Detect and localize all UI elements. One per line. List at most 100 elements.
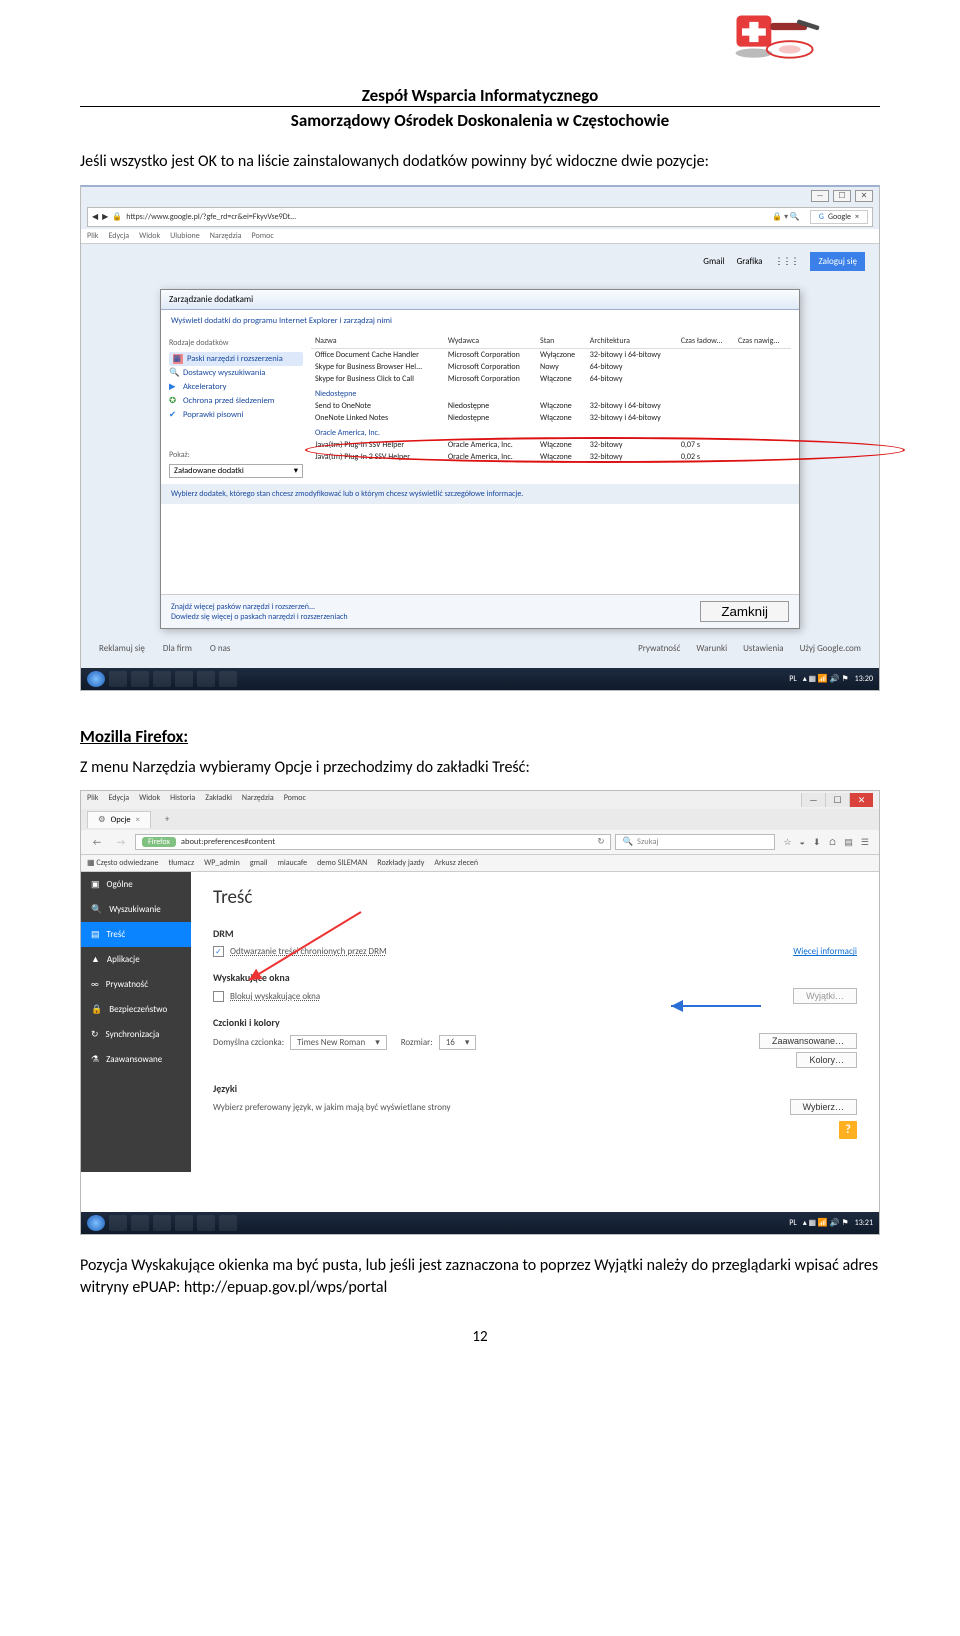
taskbar: PL ▴ ▦ 📶 🔊 ⚑ 13:20: [81, 668, 879, 690]
bookmarks-bar: ▦ Często odwiedzane tłumacz WP_admin gma…: [81, 855, 879, 872]
page-number: 12: [80, 1328, 880, 1346]
download-icon[interactable]: ⬇: [813, 837, 821, 848]
panel-title: Treść: [213, 886, 857, 909]
table-row: OneNote Linked NotesNiedostępneWłączone3…: [311, 412, 791, 424]
excel-icon[interactable]: [175, 1215, 193, 1231]
pocket-icon[interactable]: ◒: [800, 837, 805, 848]
addons-table: Nazwa Wydawca Stan Architektura Czas ład…: [311, 334, 791, 463]
images-link[interactable]: Grafika: [737, 256, 763, 267]
home-icon[interactable]: ⌂: [829, 837, 837, 848]
intro-text: Jeśli wszystko jest OK to na liście zain…: [80, 151, 880, 173]
side-security[interactable]: 🔒Bezpieczeństwo: [81, 997, 191, 1022]
firefox-pill: Firefox: [142, 837, 176, 847]
tab-close-icon[interactable]: ×: [855, 212, 859, 222]
header-line1: Zespół Wsparcia Informatycznego: [80, 85, 880, 106]
table-row: Java(tm) Plug-In SSV HelperOracle Americ…: [311, 439, 791, 451]
table-row: Skype for Business Browser Hel...Microso…: [311, 361, 791, 373]
side-accel[interactable]: ▶Akceleratory: [169, 380, 303, 394]
tray-icons[interactable]: ▴ ▦ 📶 🔊 ⚑: [803, 1218, 849, 1228]
explorer-icon[interactable]: [131, 1215, 149, 1231]
learn-more-link[interactable]: Dowiedz się więcej o paskach narzędzi i …: [171, 612, 348, 622]
side-content[interactable]: ▤Treść: [81, 922, 191, 947]
firefox-icon[interactable]: [219, 671, 237, 687]
firefox-icon[interactable]: [219, 1215, 237, 1231]
address-bar[interactable]: ◀ ▶ 🔒 https://www.google.pl/?gfe_rd=cr&e…: [87, 207, 873, 227]
show-dropdown[interactable]: Załadowane dodatki▾: [169, 464, 303, 478]
close-button[interactable]: Zamknij: [700, 601, 789, 622]
window-maximize-icon[interactable]: ☐: [833, 190, 851, 202]
side-toolbars[interactable]: ▦Paski narzędzi i rozszerzenia: [169, 352, 303, 366]
back-icon[interactable]: ←: [87, 833, 107, 851]
window-minimize-icon[interactable]: —: [811, 190, 829, 202]
ie-menubar: Plik Edycja Widok Ulubione Narzędzia Pom…: [81, 229, 879, 244]
signin-button[interactable]: Zaloguj się: [810, 252, 865, 271]
more-info-link[interactable]: Więcej informacji: [793, 946, 857, 957]
forward-icon[interactable]: ▶: [102, 212, 108, 222]
dialog-subtitle: Wyświetl dodatki do programu Internet Ex…: [161, 310, 799, 332]
gear-icon: ⚙: [98, 815, 106, 825]
star-icon[interactable]: ☆: [783, 837, 791, 848]
colors-button[interactable]: Kolory…: [796, 1052, 857, 1068]
taskbar: PL ▴ ▦ 📶 🔊 ⚑ 13:21: [81, 1212, 879, 1234]
options-sidebar: ▣Ogólne 🔍Wyszukiwanie ▤Treść ▲Aplikacje …: [81, 872, 191, 1172]
tab-title: Google: [828, 212, 851, 222]
reload-icon[interactable]: ↻: [597, 837, 604, 847]
excel-icon[interactable]: [175, 671, 193, 687]
menu-icon[interactable]: ☰: [861, 837, 869, 848]
gmail-link[interactable]: Gmail: [703, 256, 724, 267]
advanced-button[interactable]: Zaawansowane…: [759, 1033, 857, 1049]
tab-close-icon[interactable]: ×: [136, 815, 140, 825]
side-tracking[interactable]: ✪Ochrona przed śledzeniem: [169, 394, 303, 408]
firefox-screenshot: Plik Edycja Widok Historia Zakładki Narz…: [80, 790, 880, 1235]
help-icon[interactable]: ?: [839, 1121, 857, 1139]
addon-types-label: Rodzaje dodatków: [169, 338, 303, 348]
window-close-icon[interactable]: ✕: [849, 793, 873, 807]
url-text: https://www.google.pl/?gfe_rd=cr&ei=Fkyv…: [126, 212, 768, 222]
ie-icon[interactable]: [109, 1215, 127, 1231]
side-search[interactable]: 🔍Dostawcy wyszukiwania: [169, 366, 303, 380]
start-icon[interactable]: [87, 1215, 105, 1231]
side-sync[interactable]: ↻Synchronizacja: [81, 1022, 191, 1047]
address-bar[interactable]: Firefox about:preferences#content ↻: [135, 834, 611, 850]
outlook-icon[interactable]: [153, 671, 171, 687]
drm-checkbox[interactable]: ✓: [213, 946, 224, 957]
forward-icon[interactable]: →: [111, 833, 131, 851]
font-select[interactable]: Times New Roman▾: [290, 1035, 387, 1050]
find-more-link[interactable]: Znajdź więcej pasków narzędzi i rozszerz…: [171, 602, 348, 612]
back-icon[interactable]: ◀: [92, 212, 98, 222]
tab-options[interactable]: ⚙ Opcje ×: [87, 811, 151, 828]
clock: 13:21: [855, 1218, 873, 1228]
word-icon[interactable]: [197, 1215, 215, 1231]
size-select[interactable]: 16▾: [439, 1035, 477, 1050]
explorer-icon[interactable]: [131, 671, 149, 687]
outlook-icon[interactable]: [153, 1215, 171, 1231]
side-apps[interactable]: ▲Aplikacje: [81, 947, 191, 972]
ie-icon[interactable]: [109, 671, 127, 687]
window-minimize-icon[interactable]: —: [801, 793, 825, 807]
apps-icon[interactable]: ⋮⋮⋮: [774, 256, 798, 267]
popup-checkbox[interactable]: [213, 991, 224, 1002]
side-general[interactable]: ▣Ogólne: [81, 872, 191, 897]
window-close-icon[interactable]: ✕: [855, 190, 873, 202]
word-icon[interactable]: [197, 671, 215, 687]
search-input[interactable]: 🔍 Szukaj: [615, 834, 775, 850]
window-maximize-icon[interactable]: ☐: [825, 793, 849, 807]
side-privacy[interactable]: ∞Prywatność: [81, 972, 191, 997]
library-icon[interactable]: ▤: [844, 837, 853, 848]
choose-button[interactable]: Wybierz…: [790, 1099, 857, 1115]
side-spell[interactable]: ✔Poprawki pisowni: [169, 408, 303, 422]
table-row: Java(tm) Plug-In 2 SSV HelperOracle Amer…: [311, 451, 791, 463]
firefox-heading: Mozilla Firefox:: [80, 726, 880, 747]
info-bar: Wybierz dodatek, którego stan chcesz zmo…: [161, 484, 799, 504]
outro-text: Pozycja Wyskakujące okienka ma być pusta…: [80, 1255, 880, 1298]
ff-menubar: Plik Edycja Widok Historia Zakładki Narz…: [81, 791, 879, 809]
dialog-title: Zarządzanie dodatkami: [161, 290, 799, 310]
side-advanced[interactable]: ⚗Zaawansowane: [81, 1047, 191, 1072]
new-tab-button[interactable]: +: [157, 811, 177, 828]
tray-icons[interactable]: ▴ ▦ 📶 🔊 ⚑: [803, 674, 849, 684]
clock: 13:20: [855, 674, 873, 684]
start-icon[interactable]: [87, 671, 105, 687]
exceptions-button[interactable]: Wyjątki…: [793, 988, 857, 1004]
side-search[interactable]: 🔍Wyszukiwanie: [81, 897, 191, 922]
table-row: Send to OneNoteNiedostępneWłączone32-bit…: [311, 400, 791, 412]
